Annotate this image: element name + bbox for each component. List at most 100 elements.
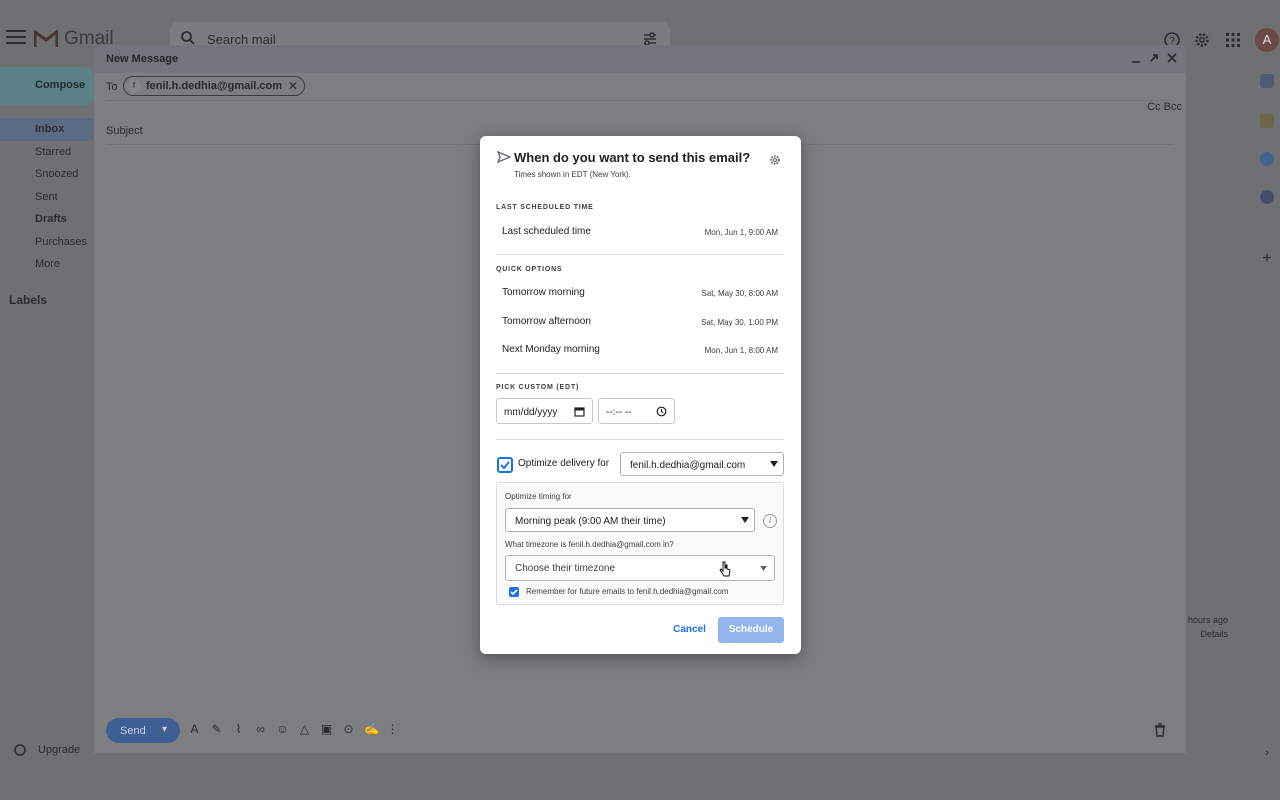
- mail-activity-footer: hours ago Details: [1180, 613, 1228, 641]
- timezone-placeholder: Choose their timezone: [515, 563, 616, 574]
- google-drive-icon[interactable]: △: [298, 723, 311, 736]
- side-panel-rail: + ›: [1252, 66, 1280, 766]
- keep-icon[interactable]: [1260, 114, 1274, 128]
- option-label: Next Monday morning: [502, 344, 600, 355]
- timezone-select[interactable]: Choose their timezone: [505, 555, 775, 581]
- sidebar-item-drafts[interactable]: Drafts: [0, 208, 100, 231]
- insert-photo-icon[interactable]: ▣: [320, 723, 333, 736]
- schedule-send-icon: [497, 151, 511, 163]
- dropdown-arrow-icon: [760, 566, 767, 571]
- timing-label: Optimize timing for: [505, 492, 572, 501]
- subject-field[interactable]: Subject: [106, 125, 143, 137]
- add-addon-icon[interactable]: +: [1260, 251, 1274, 267]
- more-send-options-icon[interactable]: ▾: [162, 724, 167, 735]
- confidential-mode-icon[interactable]: ⊙: [342, 723, 355, 736]
- recipient-avatar: f: [127, 79, 141, 93]
- option-tomorrow-afternoon[interactable]: Tomorrow afternoon Sat, May 30, 1:00 PM: [496, 308, 784, 336]
- close-icon[interactable]: [1166, 52, 1178, 64]
- compose-header[interactable]: New Message: [94, 45, 1186, 73]
- ai-write-icon[interactable]: ✎: [210, 723, 223, 736]
- insert-emoji-icon[interactable]: ☺: [276, 723, 289, 736]
- option-time: Mon, Jun 1, 8:00 AM: [704, 346, 778, 355]
- formatting-options-icon[interactable]: A: [188, 723, 201, 736]
- settings-gear-icon[interactable]: [1193, 31, 1211, 49]
- sidebar-item-purchases[interactable]: Purchases: [0, 231, 100, 254]
- minimize-icon[interactable]: [1130, 52, 1142, 64]
- time-placeholder: --:-- --: [606, 407, 632, 418]
- optimize-panel: Optimize timing for Morning peak (9:00 A…: [496, 482, 784, 605]
- sidebar-item-label: Starred: [35, 145, 72, 158]
- info-icon[interactable]: i: [763, 514, 777, 528]
- settings-gear-icon[interactable]: [769, 154, 781, 166]
- attach-file-icon[interactable]: ⌇: [232, 723, 245, 736]
- checkmark-icon: [510, 589, 518, 596]
- apps-grid-icon[interactable]: [1224, 31, 1242, 49]
- search-icon[interactable]: [180, 30, 196, 46]
- optimize-delivery-checkbox[interactable]: [497, 457, 513, 473]
- compose-button[interactable]: Compose: [0, 67, 100, 105]
- option-tomorrow-morning[interactable]: Tomorrow morning Sat, May 30, 8:00 AM: [496, 279, 784, 307]
- recipient-email: fenil.h.dedhia@gmail.com: [146, 80, 283, 92]
- option-next-monday-morning[interactable]: Next Monday morning Mon, Jun 1, 8:00 AM: [496, 336, 784, 364]
- divider: [496, 373, 784, 374]
- clock-icon[interactable]: [656, 406, 667, 417]
- optimize-delivery-label: Optimize delivery for: [518, 458, 610, 469]
- recipient-chip[interactable]: f fenil.h.dedhia@gmail.com ✕: [123, 76, 306, 96]
- date-placeholder: mm/dd/yyyy: [504, 407, 558, 418]
- sidebar-item-label: More: [35, 258, 61, 270]
- remember-checkbox[interactable]: [509, 587, 519, 597]
- remember-label: Remember for future emails to fenil.h.de…: [526, 587, 729, 596]
- checkmark-icon: [500, 461, 510, 470]
- option-label: Tomorrow morning: [502, 287, 585, 298]
- optimize-recipient-select[interactable]: fenil.h.dedhia@gmail.com: [620, 452, 784, 476]
- upgrade-label: Upgrade: [38, 744, 81, 756]
- upgrade-icon: [14, 744, 26, 756]
- timezone-note: Times shown in EDT (New York).: [514, 170, 631, 179]
- discard-draft-icon[interactable]: [1154, 723, 1166, 737]
- remove-recipient-icon[interactable]: ✕: [288, 77, 298, 95]
- sidebar-item-label: Sent: [35, 190, 58, 203]
- contacts-icon[interactable]: [1260, 190, 1274, 204]
- cc-bcc-link[interactable]: Cc Bcc: [1147, 101, 1182, 113]
- details-link[interactable]: Details: [1180, 627, 1228, 641]
- gmail-m-icon: [34, 29, 58, 47]
- tasks-icon[interactable]: [1260, 152, 1274, 166]
- cancel-button[interactable]: Cancel: [667, 618, 712, 642]
- compose-title: New Message: [106, 53, 179, 65]
- chevron-right-icon[interactable]: ›: [1260, 746, 1274, 760]
- custom-time-input[interactable]: --:-- --: [598, 398, 675, 424]
- more-options-icon[interactable]: ⋮: [386, 723, 399, 736]
- calendar-icon[interactable]: [574, 406, 585, 417]
- dialog-title: When do you want to send this email?: [514, 150, 751, 165]
- chevron-down-icon: [770, 461, 778, 467]
- to-row[interactable]: To f fenil.h.dedhia@gmail.com ✕: [106, 73, 1174, 101]
- insert-link-icon[interactable]: ∞: [254, 723, 267, 736]
- sidebar-item-inbox[interactable]: Inbox: [0, 118, 100, 141]
- option-time: Sat, May 30, 1:00 PM: [701, 318, 778, 327]
- timing-select[interactable]: Morning peak (9:00 AM their time): [505, 508, 755, 532]
- account-avatar[interactable]: A: [1255, 28, 1279, 52]
- option-label: Tomorrow afternoon: [502, 316, 591, 327]
- labels-heading: Labels: [9, 293, 48, 307]
- last-scheduled-heading: LAST SCHEDULED TIME: [496, 204, 594, 211]
- sidebar-item-snoozed[interactable]: Snoozed: [0, 163, 100, 186]
- sidebar-item-label: Snoozed: [35, 168, 79, 180]
- schedule-button[interactable]: Schedule: [718, 617, 784, 643]
- main-menu-icon[interactable]: [6, 30, 26, 46]
- divider: [496, 254, 784, 255]
- pop-out-icon[interactable]: [1148, 52, 1160, 64]
- sidebar-item-label: Inbox: [35, 123, 65, 135]
- sidebar-item-starred[interactable]: Starred: [0, 141, 100, 164]
- timezone-question: What timezone is fenil.h.dedhia@gmail.co…: [505, 540, 674, 549]
- sidebar-item-label: Purchases: [35, 235, 87, 248]
- insert-signature-icon[interactable]: ✍: [364, 723, 379, 736]
- send-button[interactable]: Send ▾: [106, 718, 180, 743]
- upgrade-link[interactable]: Upgrade: [14, 744, 80, 756]
- last-scheduled-option[interactable]: Last scheduled time Mon, Jun 1, 9:00 AM: [496, 218, 784, 246]
- calendar-icon[interactable]: [1260, 74, 1274, 88]
- selected-timing: Morning peak (9:00 AM their time): [515, 516, 666, 527]
- sidebar-item-more[interactable]: More: [0, 253, 100, 276]
- sidebar-item-sent[interactable]: Sent: [0, 186, 100, 209]
- custom-date-input[interactable]: mm/dd/yyyy: [496, 398, 593, 424]
- option-label: Last scheduled time: [502, 226, 591, 237]
